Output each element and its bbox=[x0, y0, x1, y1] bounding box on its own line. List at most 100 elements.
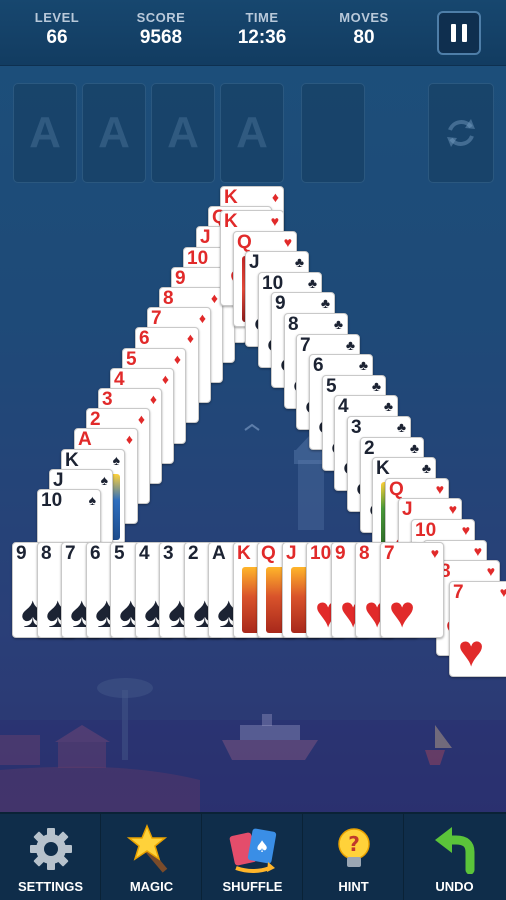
foundation-slot-4[interactable]: A bbox=[220, 83, 284, 183]
shuffle-button[interactable]: ♠ SHUFFLE bbox=[202, 814, 303, 900]
card-rank: 8 bbox=[288, 314, 299, 335]
foundation-slot-1[interactable]: A bbox=[13, 83, 77, 183]
level-value: 66 bbox=[46, 27, 68, 48]
card-rank: 10 bbox=[310, 543, 332, 564]
foundation-slot-3[interactable]: A bbox=[151, 83, 215, 183]
card-rank: 8 bbox=[41, 543, 52, 564]
card-suit-small: ♣ bbox=[358, 357, 368, 373]
card-rank: 2 bbox=[364, 438, 375, 459]
card-suit-small: ♣ bbox=[371, 378, 381, 394]
time-stat: TIME 12:36 bbox=[217, 10, 307, 49]
card-suit-small: ♦ bbox=[173, 351, 181, 367]
hint-button[interactable]: ? HINT bbox=[303, 814, 404, 900]
card-rank: 7 bbox=[300, 335, 311, 356]
card-rank: 8 bbox=[163, 288, 174, 309]
card-rank: K bbox=[237, 543, 251, 564]
undo-arrow-icon bbox=[435, 827, 475, 874]
card-rank: J bbox=[200, 227, 211, 248]
score-value: 9568 bbox=[139, 27, 183, 48]
card-rank: Q bbox=[261, 543, 276, 564]
time-label: TIME bbox=[245, 10, 279, 25]
card-rank: 5 bbox=[126, 349, 137, 370]
right-column-card[interactable]: 7 ♥ ♥ bbox=[449, 581, 506, 677]
card-suit-small: ♣ bbox=[333, 316, 343, 332]
bottom-row-card[interactable]: 7 ♥ ♥ bbox=[380, 542, 444, 638]
card-rank: J bbox=[402, 499, 413, 520]
card-rank: 7 bbox=[65, 543, 76, 564]
card-rank: 3 bbox=[102, 389, 113, 410]
magic-label: MAGIC bbox=[129, 879, 174, 894]
undo-button[interactable]: UNDO bbox=[404, 814, 505, 900]
card-suit-small: ♣ bbox=[307, 275, 317, 291]
level-label: LEVEL bbox=[34, 10, 80, 25]
card-rank: J bbox=[53, 470, 64, 491]
card-suit-small: ♦ bbox=[161, 371, 169, 387]
moves-stat: MOVES 80 bbox=[319, 10, 409, 49]
moves-label: MOVES bbox=[339, 10, 389, 25]
card-rank: 7 bbox=[151, 308, 162, 329]
card-rank: 4 bbox=[139, 543, 150, 564]
settings-label: SETTINGS bbox=[17, 879, 83, 894]
moves-value: 80 bbox=[353, 27, 375, 48]
settings-button[interactable]: SETTINGS bbox=[0, 814, 101, 900]
undo-label: UNDO bbox=[435, 879, 474, 894]
card-rank: 6 bbox=[139, 328, 150, 349]
card-suit-large: ♥ bbox=[458, 627, 485, 676]
score-label: SCORE bbox=[136, 10, 186, 25]
card-suit-small: ♣ bbox=[383, 398, 393, 414]
svg-text:?: ? bbox=[348, 832, 360, 856]
card-rank: 2 bbox=[90, 409, 101, 430]
card-suit-small: ♥ bbox=[435, 481, 444, 497]
card-rank: 8 bbox=[359, 543, 370, 564]
card-rank: 6 bbox=[90, 543, 101, 564]
card-suit-small: ♠ bbox=[100, 472, 108, 488]
card-rank: J bbox=[286, 543, 297, 564]
foundation-slot-2[interactable]: A bbox=[82, 83, 146, 183]
gear-icon bbox=[30, 828, 72, 870]
card-suit-small: ♥ bbox=[473, 543, 482, 559]
card-suit-small: ♥ bbox=[283, 234, 292, 250]
card-suit-small: ♠ bbox=[88, 492, 96, 508]
card-rank: 9 bbox=[335, 543, 346, 564]
card-suit-small: ♦ bbox=[271, 189, 279, 205]
card-suit-small: ♣ bbox=[345, 337, 355, 353]
card-rank: 10 bbox=[187, 248, 209, 269]
waste-slot[interactable] bbox=[301, 83, 365, 183]
card-rank: 9 bbox=[175, 268, 186, 289]
score-stat: SCORE 9568 bbox=[116, 10, 206, 49]
card-suit-small: ♦ bbox=[149, 391, 157, 407]
pause-button[interactable] bbox=[437, 11, 481, 55]
card-rank: Q bbox=[237, 232, 252, 253]
top-hud: LEVEL 66 SCORE 9568 TIME 12:36 MOVES 80 bbox=[0, 0, 506, 66]
svg-text:♠: ♠ bbox=[255, 837, 269, 856]
card-rank: 7 bbox=[453, 582, 464, 603]
stock-recycle-button[interactable] bbox=[428, 83, 494, 183]
card-rank: A bbox=[78, 429, 92, 450]
card-suit-small: ♦ bbox=[137, 411, 145, 427]
card-rank: K bbox=[224, 211, 238, 232]
card-suit-small: ♦ bbox=[198, 310, 206, 326]
card-suit-small: ♦ bbox=[210, 290, 218, 306]
card-rank: 6 bbox=[313, 355, 324, 376]
shuffle-label: SHUFFLE bbox=[222, 879, 283, 894]
card-rank: Q bbox=[389, 479, 404, 500]
card-suit-small: ♣ bbox=[294, 254, 304, 270]
card-rank: 9 bbox=[16, 543, 27, 564]
card-rank: 2 bbox=[188, 543, 199, 564]
card-rank: 9 bbox=[275, 293, 286, 314]
card-suit-large: ♥ bbox=[389, 588, 416, 637]
card-suit-small: ♥ bbox=[448, 501, 457, 517]
card-rank: A bbox=[212, 543, 226, 564]
card-rank: 4 bbox=[114, 369, 125, 390]
magic-button[interactable]: MAGIC bbox=[101, 814, 202, 900]
card-rank: 3 bbox=[351, 417, 362, 438]
shuffle-cards-icon: ♠ bbox=[229, 828, 277, 873]
card-rank: 5 bbox=[114, 543, 125, 564]
card-suit-small: ♦ bbox=[125, 431, 133, 447]
card-rank: K bbox=[376, 458, 390, 479]
card-suit-small: ♥ bbox=[500, 585, 506, 599]
card-rank: 7 bbox=[384, 543, 395, 564]
card-rank: 10 bbox=[41, 490, 63, 511]
card-suit-small: ♥ bbox=[461, 522, 470, 538]
card-rank: 10 bbox=[262, 273, 284, 294]
